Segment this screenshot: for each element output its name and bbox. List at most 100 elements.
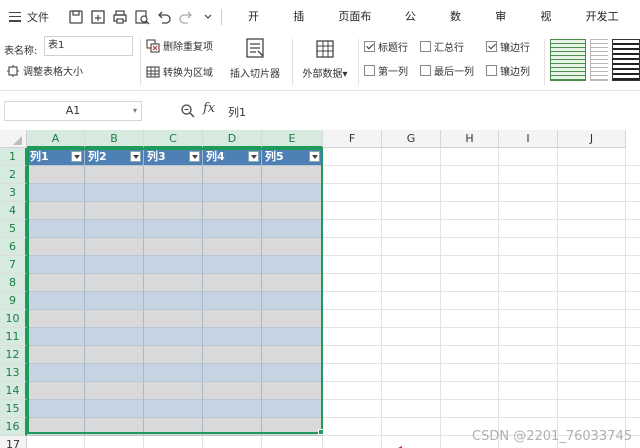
row-header-10[interactable]: 10 <box>0 310 27 328</box>
option-header-row[interactable]: 标题行 <box>364 39 408 54</box>
table-cell[interactable] <box>144 400 203 418</box>
tab-page-layout[interactable]: 页面布局 <box>326 0 392 56</box>
fill-handle[interactable] <box>318 429 324 435</box>
table-cell[interactable] <box>27 364 85 382</box>
column-header-a[interactable]: A <box>27 130 85 148</box>
filter-dropdown-icon[interactable] <box>248 151 259 162</box>
option-last-column[interactable]: 最后一列 <box>420 63 474 78</box>
table-cell[interactable] <box>144 328 203 346</box>
zoom-search-icon[interactable] <box>180 103 196 119</box>
table-cell[interactable] <box>262 310 323 328</box>
filter-dropdown-icon[interactable] <box>189 151 200 162</box>
table-cell[interactable] <box>27 238 85 256</box>
table-cell[interactable] <box>203 238 262 256</box>
table-cell[interactable] <box>144 382 203 400</box>
table-cell[interactable] <box>27 382 85 400</box>
banded-columns-checkbox[interactable] <box>486 65 497 76</box>
table-cell[interactable] <box>203 292 262 310</box>
table-cell[interactable] <box>27 220 85 238</box>
row-header-1[interactable]: 1 <box>0 148 27 166</box>
table-cell[interactable] <box>144 364 203 382</box>
insert-slicer-button[interactable]: 插入切片器 <box>226 37 284 80</box>
save-icon[interactable] <box>67 8 85 26</box>
table-cell[interactable] <box>262 220 323 238</box>
last-column-checkbox[interactable] <box>420 65 431 76</box>
total-row-checkbox[interactable] <box>420 41 431 52</box>
table-header-cell[interactable]: 列1 <box>27 148 85 166</box>
table-cell[interactable] <box>144 184 203 202</box>
file-menu[interactable]: 文件 <box>0 9 59 25</box>
table-cell[interactable] <box>27 328 85 346</box>
table-cell[interactable] <box>262 274 323 292</box>
table-cell[interactable] <box>203 328 262 346</box>
table-cell[interactable] <box>85 328 144 346</box>
row-header-8[interactable]: 8 <box>0 274 27 292</box>
table-cell[interactable] <box>144 202 203 220</box>
table-cell[interactable] <box>262 328 323 346</box>
table-cell[interactable] <box>85 220 144 238</box>
column-header-g[interactable]: G <box>382 130 441 148</box>
table-cell[interactable] <box>85 274 144 292</box>
table-header-cell[interactable]: 列5 <box>262 148 323 166</box>
table-cell[interactable] <box>27 346 85 364</box>
table-cell[interactable] <box>85 292 144 310</box>
row-header-2[interactable]: 2 <box>0 166 27 184</box>
redo-icon[interactable] <box>177 8 195 26</box>
row-header-9[interactable]: 9 <box>0 292 27 310</box>
table-cell[interactable] <box>203 184 262 202</box>
table-cell[interactable] <box>144 310 203 328</box>
table-cell[interactable] <box>144 166 203 184</box>
undo-icon[interactable] <box>155 8 173 26</box>
table-cell[interactable] <box>85 310 144 328</box>
remove-duplicates-button[interactable]: 删除重复项 <box>146 38 213 53</box>
filter-dropdown-icon[interactable] <box>130 151 141 162</box>
tab-home[interactable]: 开始 <box>236 0 281 56</box>
option-total-row[interactable]: 汇总行 <box>420 39 464 54</box>
column-header-c[interactable]: C <box>144 130 203 148</box>
header-row-checkbox[interactable] <box>364 41 375 52</box>
table-cell[interactable] <box>144 220 203 238</box>
row-header-5[interactable]: 5 <box>0 220 27 238</box>
table-cell[interactable] <box>144 274 203 292</box>
first-column-checkbox[interactable] <box>364 65 375 76</box>
external-data-button[interactable]: 外部数据▾ <box>296 37 354 80</box>
resize-table-button[interactable]: 调整表格大小 <box>6 63 83 78</box>
column-header-i[interactable]: I <box>499 130 558 148</box>
table-cell[interactable] <box>262 364 323 382</box>
table-cell[interactable] <box>203 166 262 184</box>
tab-developer[interactable]: 开发工具 <box>574 0 640 56</box>
column-header-j[interactable]: J <box>558 130 626 148</box>
table-cell[interactable] <box>85 238 144 256</box>
column-header-b[interactable]: B <box>85 130 144 148</box>
table-cell[interactable] <box>85 418 144 436</box>
tab-formulas[interactable]: 公式 <box>393 0 438 56</box>
table-cell[interactable] <box>85 202 144 220</box>
table-cell[interactable] <box>262 292 323 310</box>
formula-input[interactable]: 列1 <box>228 104 246 120</box>
column-header-h[interactable]: H <box>441 130 499 148</box>
row-header-14[interactable]: 14 <box>0 382 27 400</box>
table-cell[interactable] <box>144 292 203 310</box>
table-cell[interactable] <box>85 400 144 418</box>
table-cell[interactable] <box>85 382 144 400</box>
table-cell[interactable] <box>85 364 144 382</box>
convert-to-range-button[interactable]: 转换为区域 <box>146 64 213 79</box>
table-cell[interactable] <box>27 418 85 436</box>
table-cell[interactable] <box>203 400 262 418</box>
select-all-corner[interactable] <box>0 130 27 148</box>
table-cell[interactable] <box>85 256 144 274</box>
table-style-dark[interactable] <box>612 39 640 81</box>
table-cell[interactable] <box>27 166 85 184</box>
row-header-15[interactable]: 15 <box>0 400 27 418</box>
tab-view[interactable]: 视图 <box>528 0 573 56</box>
chevron-down-icon[interactable]: ▾ <box>133 102 137 120</box>
filter-dropdown-icon[interactable] <box>71 151 82 162</box>
table-cell[interactable] <box>85 346 144 364</box>
export-icon[interactable] <box>89 8 107 26</box>
table-cell[interactable] <box>203 382 262 400</box>
table-cell[interactable] <box>144 346 203 364</box>
table-cell[interactable] <box>262 166 323 184</box>
table-cell[interactable] <box>85 166 144 184</box>
print-preview-icon[interactable] <box>133 8 151 26</box>
table-cell[interactable] <box>144 418 203 436</box>
